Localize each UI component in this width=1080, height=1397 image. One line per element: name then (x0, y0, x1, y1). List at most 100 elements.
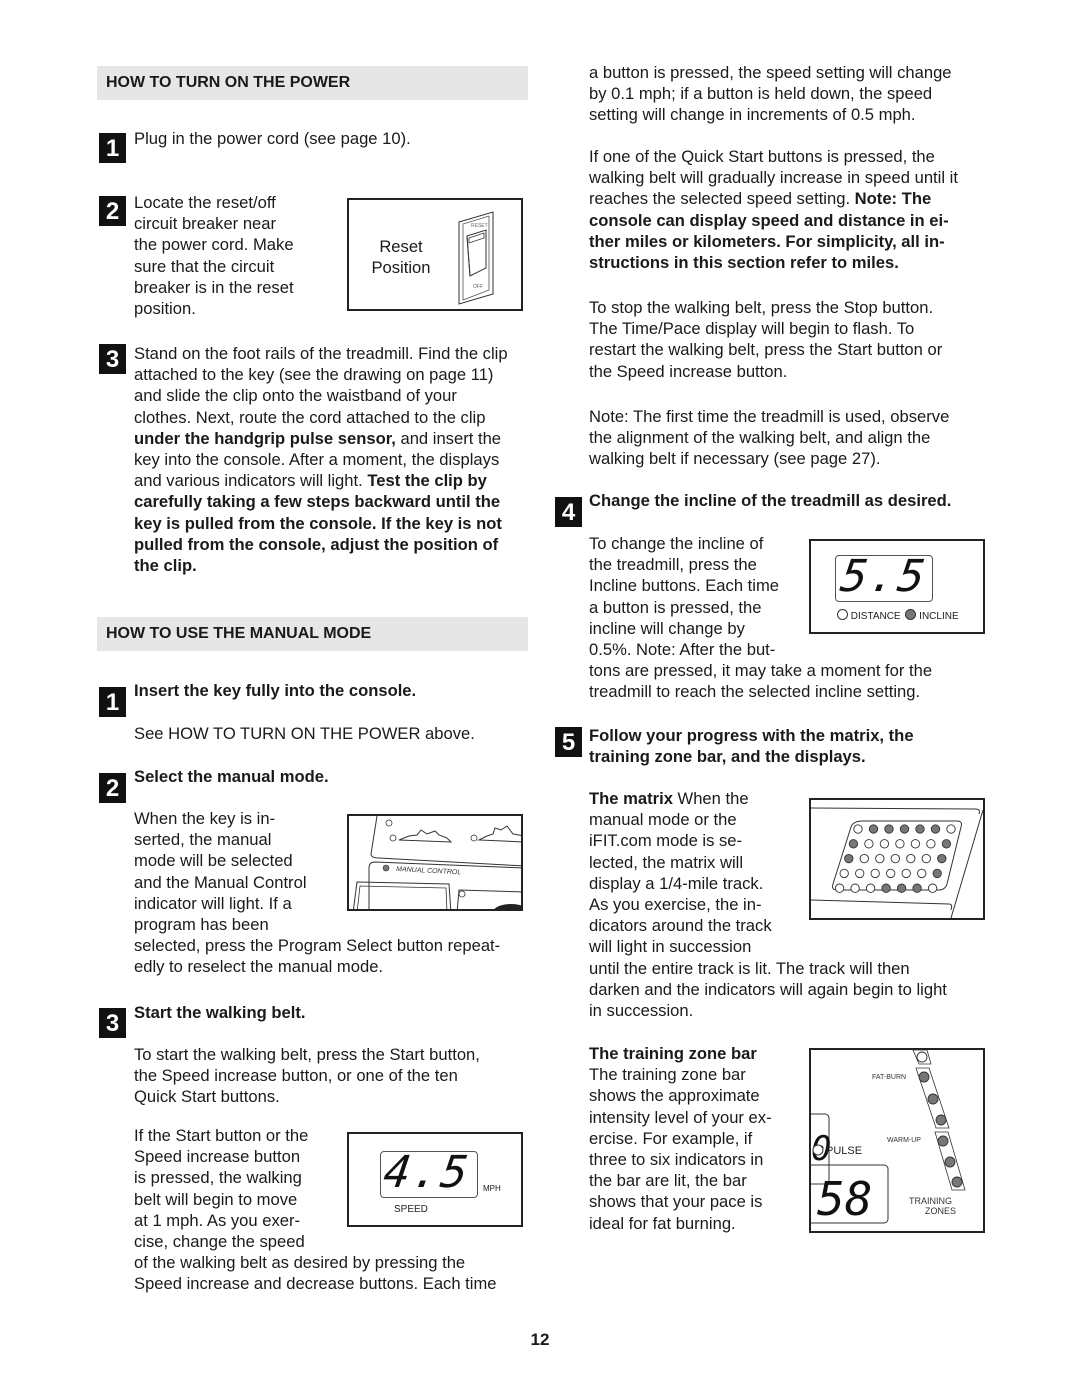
text-span: Stand on the foot rails of the treadmill… (134, 344, 508, 363)
matrix-dot-unlit (895, 839, 905, 849)
incline-label: INCLINE (919, 611, 959, 622)
matrix-dot-lit (912, 883, 922, 893)
matrix-dots-group (834, 824, 956, 893)
step-text: Locate the reset/off circuit breaker nea… (134, 192, 294, 319)
zone-indicator-group (916, 1051, 963, 1188)
bold-text: pulled from the console, adjust the posi… (134, 534, 499, 554)
step-number-badge: 4 (555, 497, 582, 527)
text-line: If one of the Quick Start buttons is pre… (589, 147, 935, 166)
matrix-dot-unlit (901, 868, 911, 879)
paragraph: If one of the Quick Start buttons is pre… (589, 146, 958, 273)
text-line: Follow your progress with the matrix, th… (589, 726, 914, 745)
speed-display-figure: 4.5 MPH SPEED (347, 1132, 523, 1227)
mph-label: MPH (483, 1184, 501, 1193)
text-line: tons are pressed, it may take a moment f… (589, 661, 933, 681)
zone-indicator-lit (944, 1156, 956, 1168)
paragraph: To stop the walking belt, press the Stop… (589, 297, 942, 382)
matrix-dot-lit (844, 853, 854, 864)
text-line: the Speed increase button. (589, 361, 788, 381)
text-line: a button is pressed, the speed setting w… (589, 63, 952, 82)
text-span: When the (672, 789, 749, 808)
text-span: key into the console. After a moment, th… (134, 450, 500, 470)
matrix-dot-unlit (879, 839, 890, 849)
text-line: The training zone bar (589, 1065, 746, 1085)
text-line: the alignment of the walking belt, and a… (589, 428, 931, 448)
page-number: 12 (530, 1330, 550, 1349)
text-line: key into the console. After a moment, th… (134, 449, 534, 470)
text-line: structions in this section refer to mile… (589, 253, 899, 273)
step-number-badge: 3 (99, 1008, 126, 1038)
step-number-badge: 3 (99, 344, 126, 374)
text-line: Locate the reset/off (134, 193, 276, 212)
text-line: three to six indicators in (589, 1150, 764, 1170)
bold-text: Test the clip by (367, 471, 487, 491)
matrix-dot-lit (915, 824, 925, 834)
matrix-dot-unlit (890, 853, 900, 864)
text-span: and slide the clip onto the waistband of… (134, 386, 457, 406)
display-mode-indicators: DISTANCE INCLINE (837, 609, 959, 622)
matrix-title: The matrix (589, 789, 673, 808)
warmup-label: WARM-UP (887, 1137, 921, 1144)
manual-control-figure: MANUAL CONTROL (347, 814, 523, 911)
bold-text: carefully taking a few steps backward un… (134, 492, 501, 512)
text-line: selected, press the Program Select butto… (134, 936, 501, 956)
section-header-manual: HOW TO USE THE MANUAL MODE (97, 617, 528, 651)
text-line: Quick Start buttons. (134, 1087, 280, 1107)
text-line: and various indicators will light. Test … (134, 470, 534, 491)
matrix-dot-lit (899, 824, 910, 834)
matrix-dot-lit (881, 883, 891, 893)
step-title: Change the incline of the treadmill as d… (589, 491, 952, 510)
matrix-dot-unlit (926, 839, 936, 849)
matrix-dot-unlit (855, 868, 865, 879)
matrix-dot-unlit (910, 839, 921, 849)
text-line: shows that your pace is (589, 1192, 763, 1212)
text-line: sure that the circuit (134, 256, 275, 276)
text-line: intensity level of your ex- (589, 1107, 772, 1127)
text-line: ther miles or kilometers. For simplicity… (589, 231, 945, 251)
matrix-dot-unlit (850, 883, 860, 893)
matrix-dot-unlit (886, 868, 896, 879)
zone-bar-title: The training zone bar (589, 1044, 757, 1063)
zone-indicator-lit (935, 1114, 947, 1126)
step-number-badge: 1 (99, 687, 126, 717)
text-line: the Speed increase button, or one of the… (134, 1066, 458, 1086)
training-zone-drawing: 0 PULSE 58 FAT-BURN WARM-UP TRAINING ZON… (811, 1050, 966, 1226)
text-line: position. (134, 299, 196, 319)
text-line: 0.5%. Note: After the but- (589, 640, 776, 660)
matrix-dot-unlit (906, 853, 916, 864)
matrix-dot-unlit (853, 824, 863, 834)
text-span: and various indicators will light. (134, 471, 368, 491)
text-line: setting will change in increments of 0.5… (589, 105, 916, 125)
matrix-dot-unlit (864, 839, 874, 849)
figure-label: Reset Position (349, 236, 453, 278)
matrix-dot-unlit (859, 853, 869, 864)
matrix-dot-unlit (834, 883, 845, 893)
zone-indicator-lit (951, 1176, 963, 1188)
text-line: walking belt will gradually increase in … (589, 168, 958, 188)
matrix-dot-lit (932, 868, 942, 879)
matrix-figure (809, 798, 985, 920)
paragraph: a button is pressed, the speed setting w… (589, 62, 952, 126)
step-text: Stand on the foot rails of the treadmill… (134, 343, 534, 576)
bold-text: under the handgrip pulse sensor, (134, 428, 396, 448)
zone-indicator-lit (937, 1135, 949, 1147)
manual-control-label: MANUAL CONTROL (396, 866, 462, 876)
training-zone-figure: 0 PULSE 58 FAT-BURN WARM-UP TRAINING ZON… (809, 1048, 985, 1233)
speed-value: 4.5 (380, 1147, 473, 1198)
matrix-dot-unlit (870, 868, 880, 879)
matrix-dot-lit (941, 839, 952, 849)
circuit-breaker-switch-icon: RESET OFF (458, 211, 494, 305)
text-line: attached to the key (see the drawing on … (134, 364, 534, 385)
text-line: Speed increase and decrease buttons. Eac… (134, 1274, 497, 1294)
breaker-figure: Reset Position RESET OFF (347, 198, 523, 311)
incline-value: 5.5 (837, 551, 930, 602)
text-line: cise, change the speed (134, 1232, 305, 1252)
step-title: Insert the key fully into the console. (134, 681, 417, 700)
training-zones-label: ZONES (925, 1206, 956, 1216)
zone-indicator-lit (918, 1071, 930, 1083)
pulse-value: 58 (817, 1172, 872, 1226)
fatburn-label: FAT-BURN (872, 1074, 906, 1081)
matrix-dot-lit (848, 839, 859, 849)
text-line: shows the approximate (589, 1086, 760, 1106)
step-number-badge: 2 (99, 196, 126, 226)
